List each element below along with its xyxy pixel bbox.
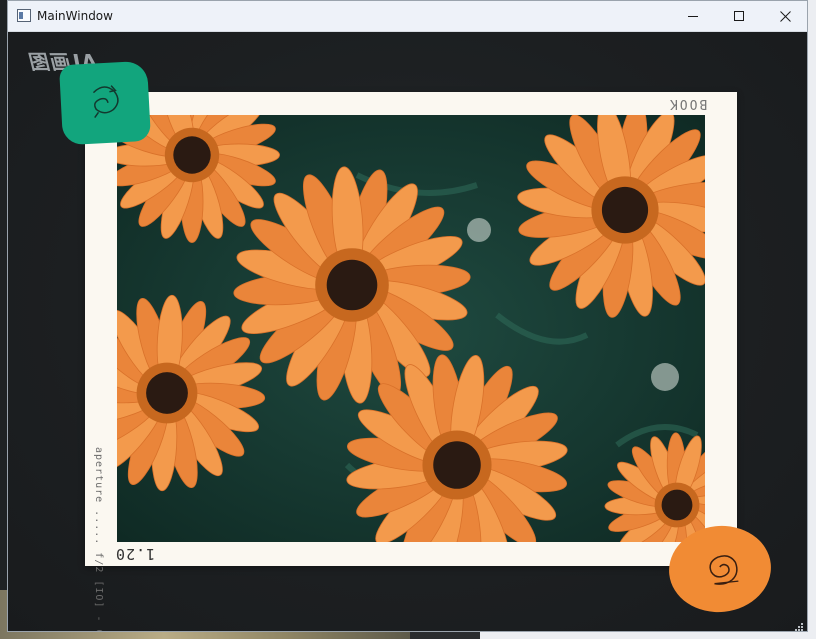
image-canvas[interactable]: AI画图 BOOK aperture ..... f/2 [IO] - 0 1.… (8, 32, 807, 631)
frame-side-caption: aperture ..... f/2 [IO] - 0 (93, 447, 104, 632)
close-button[interactable] (762, 1, 807, 31)
resize-grip[interactable] (794, 619, 804, 631)
minimize-button[interactable] (670, 1, 716, 31)
swirl-doodle-icon (81, 76, 130, 129)
photo-number: 1.20 (115, 545, 156, 563)
maximize-button[interactable] (716, 1, 762, 31)
spiral-doodle-icon (691, 542, 750, 596)
app-window-icon (17, 9, 31, 22)
maximize-icon (733, 10, 745, 22)
minimize-icon (687, 11, 699, 22)
green-sticker (58, 60, 152, 146)
close-icon (779, 10, 791, 22)
window-title: MainWindow (37, 9, 113, 23)
frame-label: BOOK (667, 96, 707, 111)
flower-photo (117, 115, 705, 542)
title-bar[interactable]: MainWindow (8, 1, 807, 32)
polaroid-frame: BOOK aperture ..... f/2 [IO] - 0 1.20 (85, 92, 737, 631)
main-window: MainWindow AI画图 BOOK aperture ..... f/2 … (7, 0, 808, 632)
